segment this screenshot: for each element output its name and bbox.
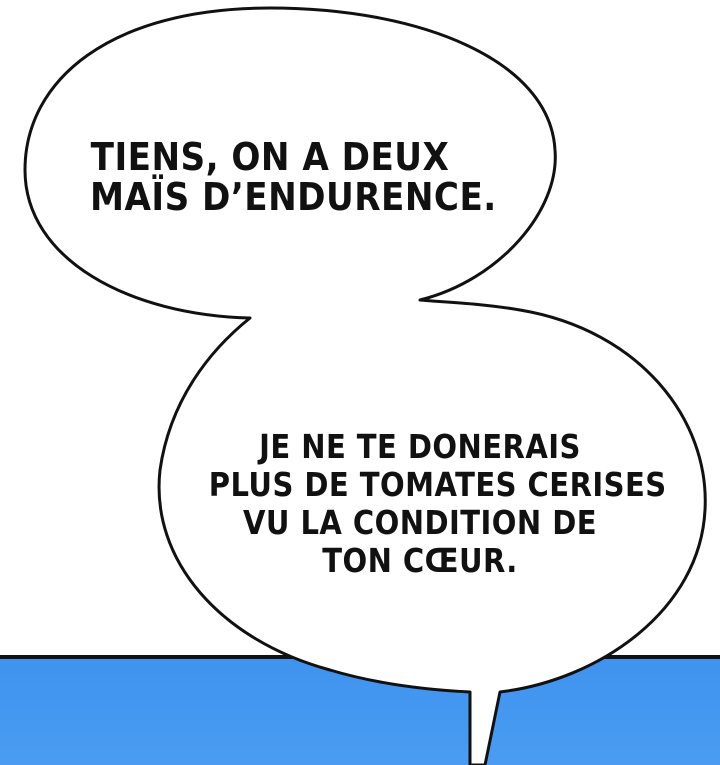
- speech-bubble-text-1: TIENS, ON A DEUX MAÏS D’ENDURENCE.: [90, 135, 497, 219]
- bubble-1-line-2: MAÏS D’ENDURENCE.: [90, 175, 497, 219]
- speech-bubbles-art: [23, 6, 707, 765]
- bubble-1-line-1: TIENS, ON A DEUX: [90, 135, 450, 179]
- speech-bubble-outline: [23, 6, 707, 765]
- bubble-2-line-4: TON CŒUR.: [322, 541, 518, 580]
- comic-panel: TIENS, ON A DEUX MAÏS D’ENDURENCE. JE NE…: [0, 0, 720, 765]
- bubble-2-line-3: VU LA CONDITION DE: [242, 503, 598, 542]
- bubble-2-line-2: PLUS DE TOMATES CERISES: [208, 465, 667, 504]
- bubble-2-line-1: JE NE TE DONERAIS: [259, 427, 581, 466]
- speech-bubble-text-2: JE NE TE DONERAIS PLUS DE TOMATES CERISE…: [208, 427, 667, 582]
